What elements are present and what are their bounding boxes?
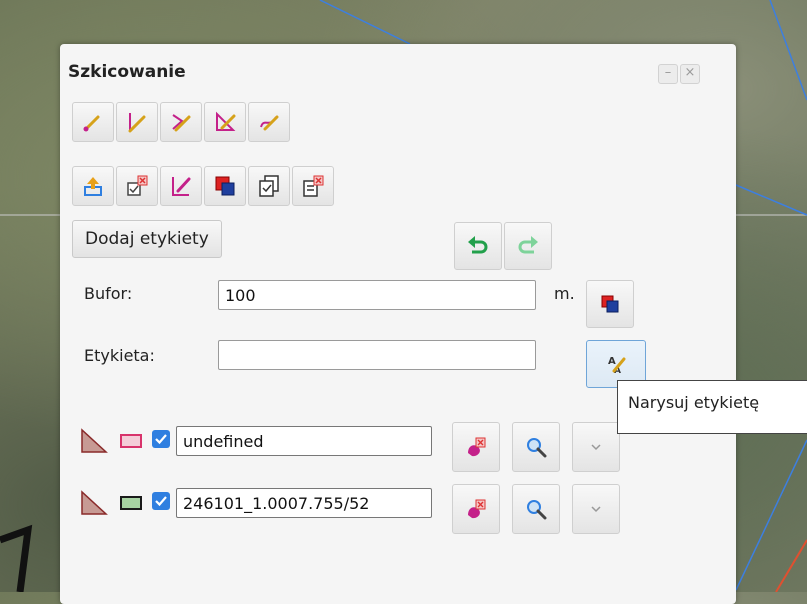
draw-line-icon <box>128 113 146 133</box>
draw-polyline-button[interactable] <box>160 102 202 142</box>
check-icon <box>155 434 167 445</box>
draw-freehand-icon <box>260 115 279 131</box>
draw-label-icon: A A <box>608 356 626 375</box>
import-shape-icon <box>84 177 102 196</box>
buffer-unit: m. <box>554 284 575 303</box>
delete-all-button[interactable] <box>292 166 334 206</box>
sketch-panel: Szkicowanie – × Dodaj etykiety Bufor: 10… <box>60 44 736 604</box>
label-input[interactable] <box>218 340 536 370</box>
draw-freehand-button[interactable] <box>248 102 290 142</box>
undo-redo-group <box>454 222 552 270</box>
layer-style-swatch[interactable] <box>120 434 142 448</box>
draw-polyline-icon <box>172 114 191 132</box>
draw-label-tooltip: Narysuj etykietę <box>617 380 807 434</box>
delete-shape-icon <box>468 499 486 519</box>
buffer-input[interactable] <box>218 280 536 310</box>
apply-buffer-button[interactable] <box>586 280 634 328</box>
draw-polygon-button[interactable] <box>204 102 246 142</box>
draw-point-icon <box>83 115 100 132</box>
buffer-icon <box>601 295 619 313</box>
edit-shape-icon <box>172 177 191 196</box>
layer-visibility-checkbox[interactable] <box>152 492 170 510</box>
magnifier-icon <box>527 438 547 458</box>
select-all-button[interactable] <box>248 166 290 206</box>
layer-visibility-checkbox[interactable] <box>152 430 170 448</box>
polygon-type-icon <box>81 428 108 453</box>
close-button[interactable]: × <box>680 64 700 84</box>
draw-point-button[interactable] <box>72 102 114 142</box>
layer-name-input[interactable] <box>176 488 432 518</box>
draw-line-button[interactable] <box>116 102 158 142</box>
panel-title: Szkicowanie <box>68 62 186 82</box>
layer-row <box>80 484 620 538</box>
delete-layer-button[interactable] <box>452 484 500 534</box>
delete-all-icon <box>303 175 324 197</box>
zoom-to-layer-button[interactable] <box>512 422 560 472</box>
layer-style-swatch[interactable] <box>120 496 142 510</box>
layer-name-input[interactable] <box>176 426 432 456</box>
layer-row <box>80 422 620 476</box>
import-shape-button[interactable] <box>72 166 114 206</box>
delete-shape-icon <box>468 437 486 457</box>
layer-options-button[interactable] <box>572 422 620 472</box>
redo-icon <box>518 236 538 254</box>
chevron-down-icon <box>591 506 601 513</box>
zoom-to-layer-button[interactable] <box>512 484 560 534</box>
minimize-button[interactable]: – <box>658 64 678 84</box>
delete-selected-button[interactable] <box>116 166 158 206</box>
undo-icon <box>468 236 488 254</box>
check-icon <box>155 496 167 507</box>
draw-polygon-icon <box>216 111 236 131</box>
draw-toolbar <box>72 102 290 142</box>
delete-layer-button[interactable] <box>452 422 500 472</box>
chevron-down-icon <box>591 444 601 451</box>
delete-selected-icon <box>127 175 148 196</box>
window-controls: – × <box>658 64 700 84</box>
buffer-shape-icon <box>215 176 235 196</box>
layer-options-button[interactable] <box>572 484 620 534</box>
undo-button[interactable] <box>454 222 502 270</box>
edit-toolbar <box>72 166 334 206</box>
select-all-icon <box>259 175 279 197</box>
polygon-type-icon <box>81 490 108 515</box>
redo-button[interactable] <box>504 222 552 270</box>
label-field-label: Etykieta: <box>84 346 155 365</box>
magnifier-icon <box>527 500 547 520</box>
buffer-label: Bufor: <box>84 284 133 303</box>
add-labels-button[interactable]: Dodaj etykiety <box>72 220 222 258</box>
buffer-shape-button[interactable] <box>204 166 246 206</box>
edit-shape-button[interactable] <box>160 166 202 206</box>
